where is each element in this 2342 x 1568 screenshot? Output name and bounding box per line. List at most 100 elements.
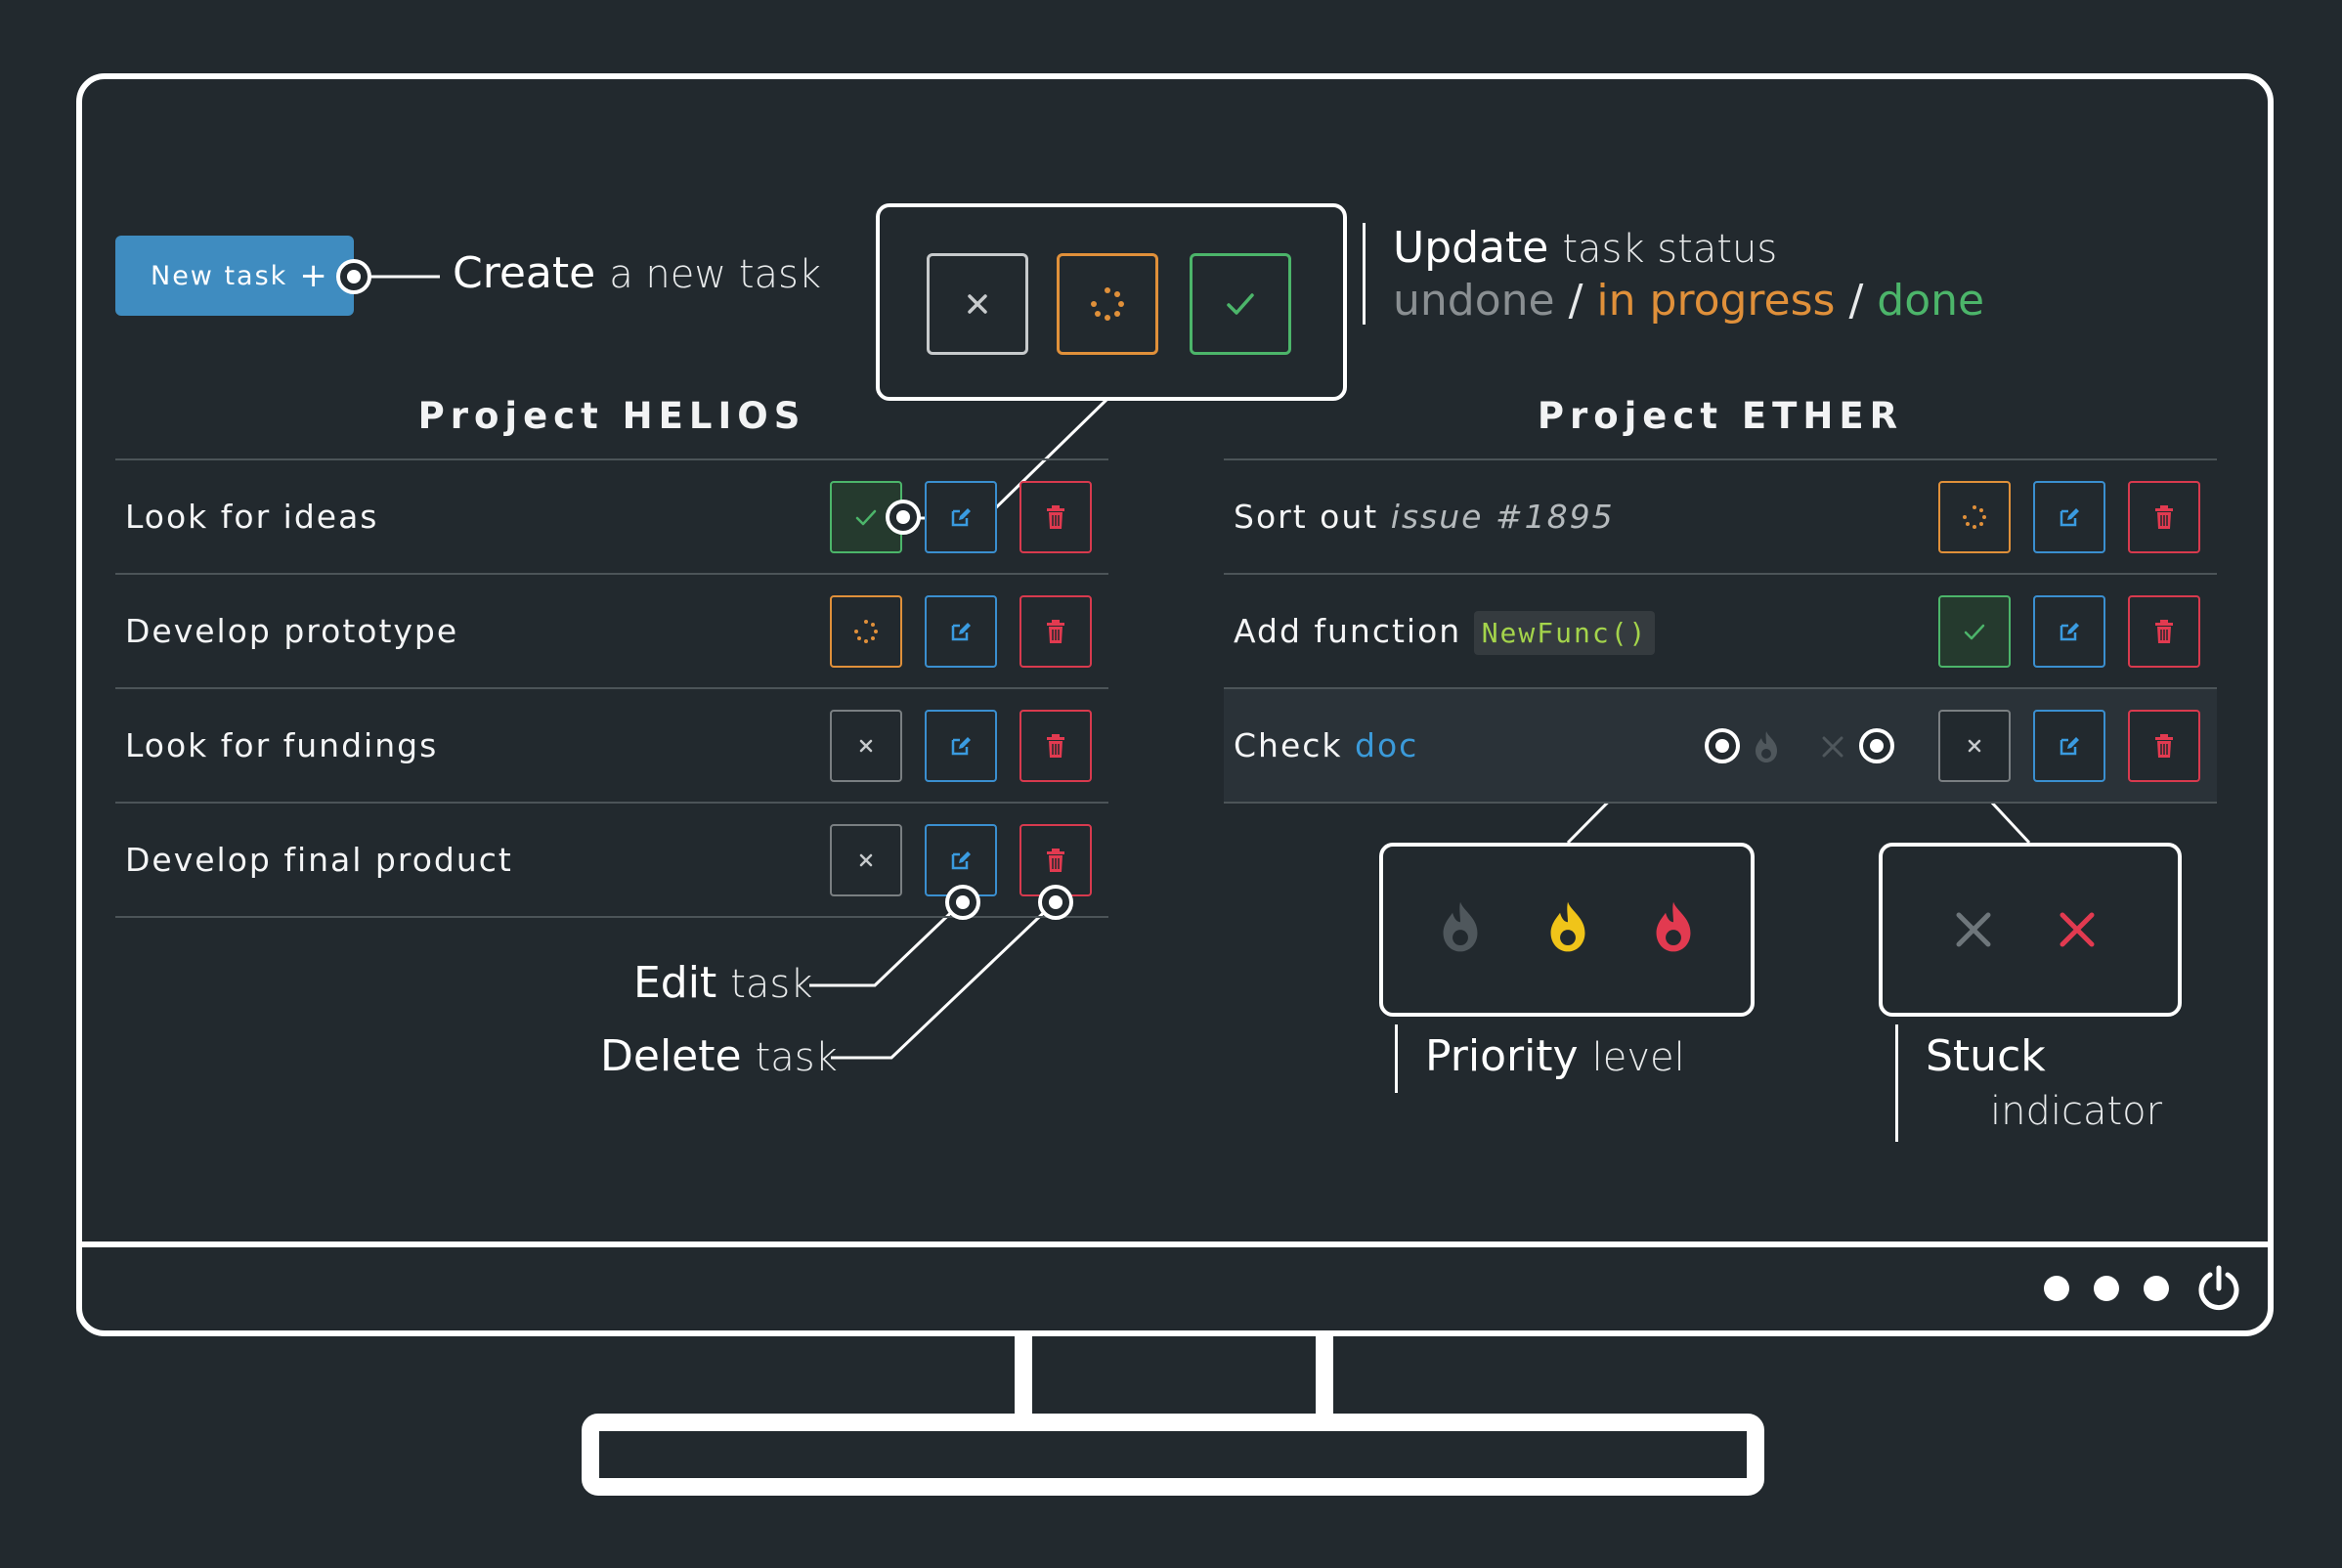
edit-light: task — [730, 962, 813, 1007]
delete-marker — [1038, 885, 1073, 920]
task-text: Check — [1234, 726, 1343, 764]
edit-button[interactable] — [2033, 481, 2105, 553]
delete-light: task — [755, 1035, 838, 1080]
delete-button[interactable] — [2128, 710, 2200, 782]
update-annotation: Update task status — [1393, 223, 1777, 273]
issue-reference: issue #1895 — [1390, 498, 1615, 536]
status-separator: / — [1568, 276, 1583, 326]
status-button[interactable] — [1938, 595, 2011, 668]
trash-icon — [1047, 620, 1064, 643]
trash-icon — [1047, 849, 1064, 872]
edit-icon — [2060, 508, 2079, 527]
spinner-icon — [1963, 505, 1986, 529]
edit-annotation: Edit task — [633, 958, 812, 1008]
edit-icon — [951, 737, 971, 756]
task-row: Add function NewFunc() — [1224, 575, 2217, 689]
delete-button[interactable] — [1019, 595, 1092, 668]
task-row: Look for fundings — [115, 689, 1108, 804]
trash-icon — [1047, 734, 1064, 758]
close-icon — [1956, 912, 1991, 947]
trash-icon — [2155, 620, 2173, 643]
priority-light: level — [1591, 1035, 1685, 1080]
priority-callout — [1379, 843, 1755, 1017]
check-icon — [1964, 624, 1985, 640]
flame-icon — [1656, 901, 1691, 952]
flame-icon — [1550, 901, 1585, 952]
close-icon — [859, 853, 873, 867]
doc-link[interactable]: doc — [1355, 726, 1418, 764]
edit-button[interactable] — [2033, 710, 2105, 782]
task-label: Look for ideas — [125, 498, 379, 536]
stuck-marker — [1859, 728, 1894, 763]
flame-icon — [1443, 901, 1478, 952]
status-marker — [886, 500, 921, 535]
stuck-icon[interactable] — [1820, 734, 1845, 760]
delete-button[interactable] — [1019, 481, 1092, 553]
priority-strong: Priority — [1425, 1031, 1579, 1081]
update-light: task status — [1562, 227, 1778, 272]
status-button[interactable] — [830, 595, 902, 668]
flame-icon[interactable] — [1750, 729, 1783, 764]
edit-button[interactable] — [2033, 595, 2105, 668]
close-icon — [859, 739, 873, 753]
task-row: Sort out issue #1895 — [1224, 460, 2217, 575]
task-text: Sort out — [1234, 498, 1379, 536]
edit-button[interactable] — [925, 595, 997, 668]
status-button[interactable] — [1938, 710, 2011, 782]
edit-icon — [2060, 623, 2079, 641]
edit-strong: Edit — [633, 958, 717, 1008]
status-done-label: done — [1877, 276, 1985, 326]
project-title-ether: Project ETHER — [1537, 395, 1904, 437]
status-undone-label: undone — [1393, 276, 1555, 326]
edit-button[interactable] — [925, 710, 997, 782]
edit-marker — [945, 885, 980, 920]
status-legend: undone / in progress / done — [1393, 276, 1984, 326]
edit-icon — [2060, 737, 2079, 756]
trash-icon — [2155, 734, 2173, 758]
delete-button[interactable] — [1019, 710, 1092, 782]
stuck-light: indicator — [1990, 1085, 2162, 1135]
delete-strong: Delete — [600, 1031, 742, 1081]
status-separator: / — [1848, 276, 1864, 326]
task-label: Look for fundings — [125, 726, 439, 764]
task-label: Develop prototype — [125, 612, 459, 650]
create-marker — [336, 259, 371, 294]
status-button[interactable] — [830, 824, 902, 896]
stuck-callout — [1879, 843, 2182, 1017]
status-button[interactable] — [830, 710, 902, 782]
trash-icon — [1047, 505, 1064, 529]
project-title-helios: Project HELIOS — [417, 395, 806, 437]
delete-button[interactable] — [2128, 481, 2200, 553]
close-icon — [2060, 912, 2095, 947]
task-label: Sort out issue #1895 — [1234, 498, 1615, 536]
status-callout — [876, 203, 1347, 401]
create-annotation: Create a new task — [453, 248, 821, 298]
create-strong: Create — [453, 248, 596, 298]
task-row: Look for ideas — [115, 460, 1108, 575]
close-icon — [968, 294, 987, 314]
delete-annotation: Delete task — [600, 1031, 838, 1081]
task-label: Check doc — [1234, 726, 1418, 764]
create-light: a new task — [609, 252, 822, 297]
update-divider — [1363, 223, 1366, 325]
update-strong: Update — [1393, 223, 1549, 273]
close-icon — [1968, 739, 1981, 753]
trash-icon — [2155, 505, 2173, 529]
task-label: Add function NewFunc() — [1234, 611, 1656, 655]
check-icon — [855, 509, 877, 526]
in-progress-status-sample — [1057, 253, 1158, 355]
delete-button[interactable] — [2128, 595, 2200, 668]
edit-button[interactable] — [925, 481, 997, 553]
spinner-icon — [854, 620, 878, 643]
stuck-light-text: indicator — [1990, 1089, 2163, 1134]
done-status-sample — [1190, 253, 1291, 355]
code-snippet: NewFunc() — [1473, 611, 1656, 655]
priority-divider — [1395, 1024, 1398, 1093]
stuck-divider — [1895, 1024, 1898, 1142]
undone-status-sample — [927, 253, 1028, 355]
stuck-strong: Stuck — [1926, 1031, 2046, 1081]
status-progress-label: in progress — [1596, 276, 1836, 326]
edit-icon — [951, 508, 971, 527]
status-button[interactable] — [1938, 481, 2011, 553]
task-text: Add function — [1234, 612, 1462, 650]
